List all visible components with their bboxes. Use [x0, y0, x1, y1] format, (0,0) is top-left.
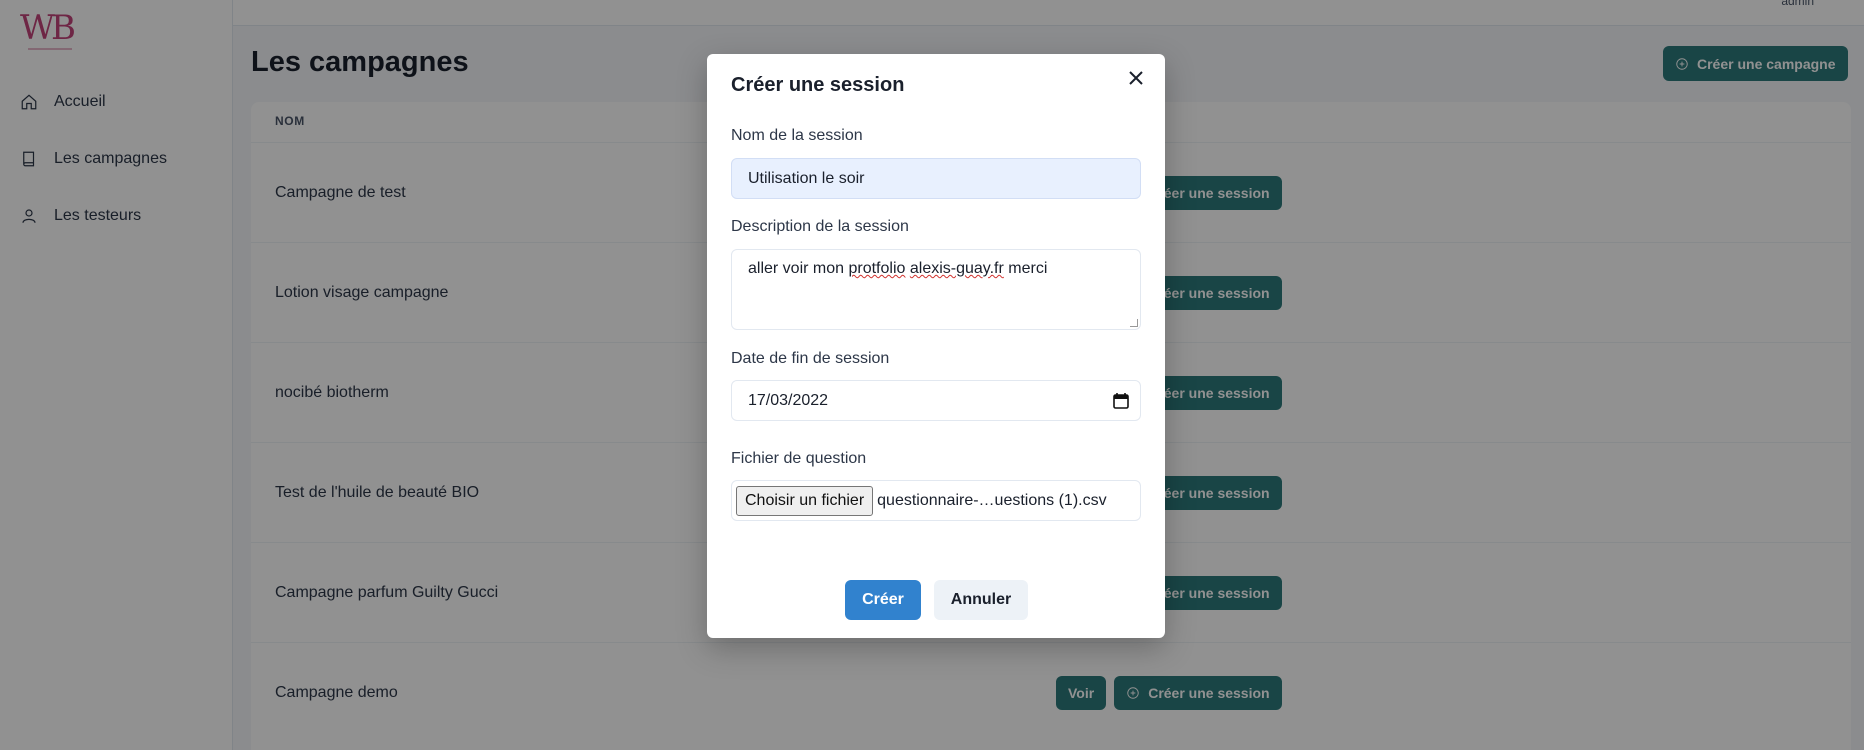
resize-handle[interactable] [1130, 319, 1138, 327]
session-name-input[interactable]: Utilisation le soir [731, 158, 1141, 199]
question-file-input[interactable]: Choisir un fichier questionnaire-…uestio… [731, 480, 1141, 521]
misspelled-word: alexis-guay.fr [909, 260, 1004, 277]
session-description-textarea[interactable]: aller voir mon protfolio alexis-guay.fr … [731, 249, 1141, 330]
calendar-icon[interactable] [1112, 392, 1130, 410]
description-text: merci [1003, 260, 1048, 277]
cancel-button[interactable]: Annuler [934, 580, 1028, 620]
question-file-label: Fichier de question [731, 450, 867, 467]
create-session-modal: Créer une session Nom de la session Util… [707, 54, 1165, 638]
session-name-label: Nom de la session [731, 127, 863, 144]
end-date-input[interactable]: 17/03/2022 [731, 380, 1141, 421]
modal-title: Créer une session [731, 74, 905, 96]
session-description-label: Description de la session [731, 218, 909, 235]
close-icon [1129, 71, 1143, 85]
end-date-value: 17/03/2022 [748, 391, 829, 409]
session-name-value: Utilisation le soir [748, 169, 865, 187]
choose-file-button[interactable]: Choisir un fichier [736, 485, 874, 516]
end-date-label: Date de fin de session [731, 350, 890, 367]
submit-button[interactable]: Créer [845, 580, 921, 620]
file-name: questionnaire-…uestions (1).csv [877, 491, 1107, 509]
close-button[interactable] [1124, 66, 1148, 90]
description-text: aller voir mon [748, 260, 849, 277]
misspelled-word: protfolio [848, 260, 906, 277]
